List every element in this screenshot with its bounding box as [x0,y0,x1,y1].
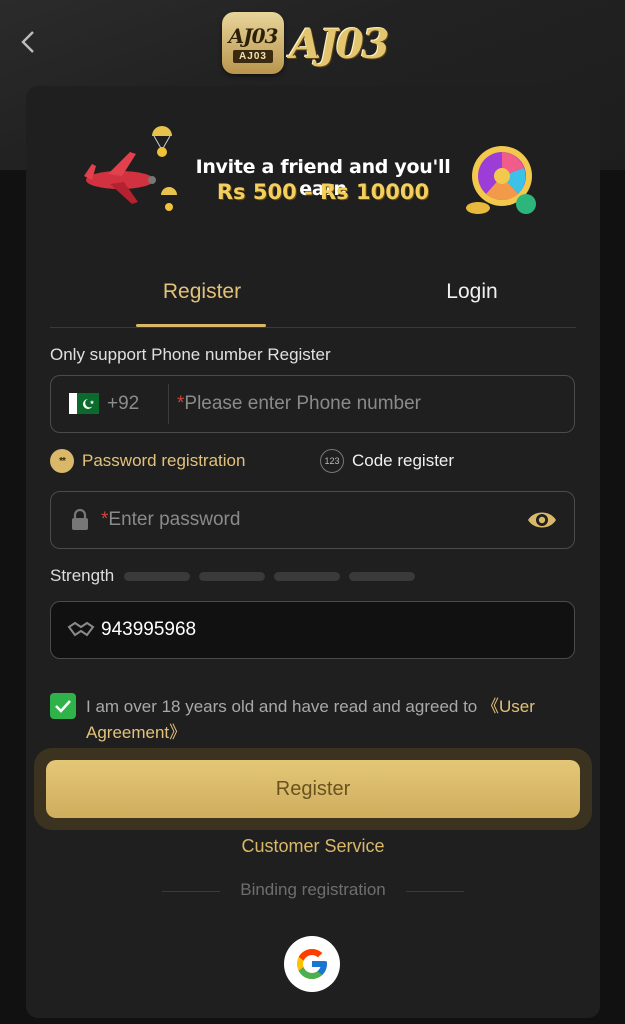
tab-login[interactable]: Login [372,266,572,328]
pakistan-flag-icon[interactable] [69,393,99,414]
binding-registration-divider: Binding registration [26,880,600,902]
password-mode-icon: ** [50,449,74,473]
country-code[interactable]: +92 [107,376,139,432]
register-button[interactable]: Register [46,760,580,818]
agree-text: I am over 18 years old and have read and… [86,694,576,746]
auth-tabs: Register Login [50,266,576,328]
strength-bar [349,571,416,581]
app-logo-subtext: AJ03 [233,49,273,63]
app-logo-icon: AJ03 AJ03 [222,12,284,74]
strength-label: Strength [50,566,115,585]
google-icon [297,949,327,979]
password-strength: Strength [50,564,424,588]
strength-bar [199,571,266,581]
airplane-icon [84,152,156,204]
invite-code-field[interactable]: 943995968 [50,601,575,659]
brand-logo: AJ03 [290,21,390,68]
password-input[interactable]: *Enter password [101,492,240,548]
code-mode-icon: 123 [320,449,344,473]
check-icon [55,700,71,713]
agree-checkbox[interactable] [50,693,76,719]
invite-code-input[interactable]: 943995968 [101,602,196,658]
crescent-star-icon [83,398,95,409]
tab-register[interactable]: Register [102,266,302,328]
parachute-coin-icon [152,126,172,157]
strength-bar [274,571,341,581]
back-button[interactable] [14,28,42,56]
code-register-label: Code register [352,451,455,470]
phone-placeholder: Please enter Phone number [184,393,422,414]
customer-service-link[interactable]: Customer Service [26,836,600,857]
banner-amount: Rs 500 - Rs 10000 [216,180,430,204]
agree-statement: I am over 18 years old and have read and… [86,697,482,716]
active-tab-indicator [136,324,266,327]
google-login-button[interactable] [284,936,340,992]
password-field[interactable]: *Enter password [50,491,575,549]
user-agreement: I am over 18 years old and have read and… [50,690,576,750]
invite-banner[interactable]: Invite a friend and you'll earn Rs 500 -… [78,124,548,220]
code-register-option[interactable]: 123 Code register [320,446,454,476]
phone-input[interactable]: *Please enter Phone number [177,376,421,432]
password-registration-option[interactable]: ** Password registration [50,446,245,476]
spin-wheel-icon [466,146,536,214]
registration-mode-selector: ** Password registration 123 Code regist… [50,446,576,476]
field-divider [168,384,169,424]
binding-registration-label: Binding registration [240,880,386,899]
register-note: Only support Phone number Register [50,345,331,364]
password-registration-label: Password registration [82,451,246,470]
eye-icon[interactable] [526,508,558,532]
strength-bar [124,571,191,581]
lock-icon [72,508,88,530]
password-placeholder: Enter password [108,509,241,530]
phone-field[interactable]: +92 *Please enter Phone number [50,375,575,433]
handshake-icon [67,621,95,637]
app-logo-text: AJ03 [228,23,279,48]
register-button-glow: Register [34,748,592,830]
chevron-left-icon [21,31,34,53]
register-card: Invite a friend and you'll earn Rs 500 -… [26,86,600,1018]
